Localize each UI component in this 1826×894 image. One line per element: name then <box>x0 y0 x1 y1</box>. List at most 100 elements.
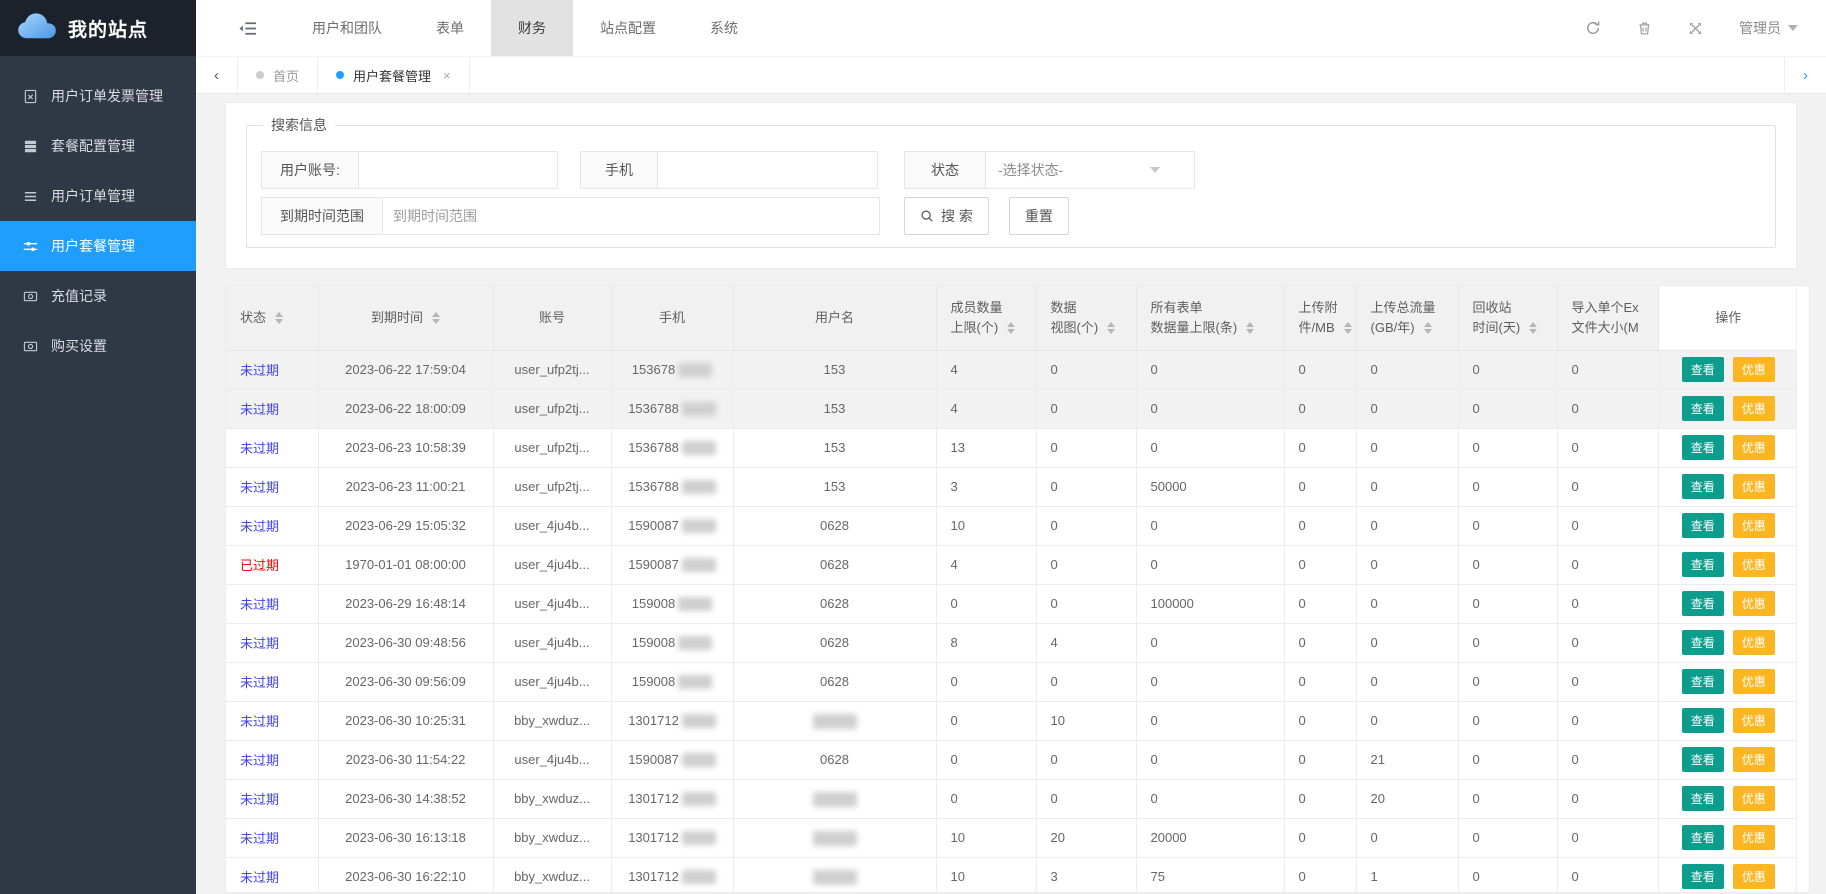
view-button[interactable]: 查看 <box>1682 786 1724 811</box>
refresh-icon[interactable] <box>1585 20 1601 36</box>
reset-button[interactable]: 重置 <box>1009 197 1069 235</box>
phone-cell: 1301712 <box>611 779 733 818</box>
view-button[interactable]: 查看 <box>1682 435 1724 460</box>
view-button[interactable]: 查看 <box>1682 864 1724 889</box>
column-header-1[interactable]: 到期时间 <box>318 286 493 350</box>
view-button[interactable]: 查看 <box>1682 591 1724 616</box>
tab-label: 首页 <box>273 66 299 85</box>
metric-cell-4: 0 <box>1356 701 1458 740</box>
sort-icon[interactable] <box>432 312 440 324</box>
sidebar-item-4[interactable]: 充值记录 <box>0 271 196 321</box>
promo-button[interactable]: 优惠 <box>1733 747 1775 772</box>
sidebar-item-1[interactable]: 套餐配置管理 <box>0 121 196 171</box>
sidebar-item-2[interactable]: 用户订单管理 <box>0 171 196 221</box>
tabs-scroll-left-icon[interactable]: ‹ <box>196 57 238 93</box>
view-button[interactable]: 查看 <box>1682 669 1724 694</box>
metric-cell-3: 0 <box>1284 428 1356 467</box>
sort-icon[interactable] <box>1246 322 1254 334</box>
promo-button[interactable]: 优惠 <box>1733 357 1775 382</box>
column-title: 手机 <box>659 308 685 328</box>
view-button[interactable]: 查看 <box>1682 708 1724 733</box>
view-button[interactable]: 查看 <box>1682 825 1724 850</box>
view-button[interactable]: 查看 <box>1682 396 1724 421</box>
column-header-6[interactable]: 数据视图(个) <box>1036 286 1136 350</box>
column-header-9[interactable]: 上传总流量(GB/年) <box>1356 286 1458 350</box>
expire-time-cell: 2023-06-30 10:25:31 <box>318 701 493 740</box>
account-input[interactable] <box>359 152 545 188</box>
column-header-0[interactable]: 状态 <box>226 286 318 350</box>
sort-icon[interactable] <box>275 312 283 324</box>
column-header-5[interactable]: 成员数量上限(个) <box>936 286 1036 350</box>
search-button[interactable]: 搜 索 <box>904 197 989 235</box>
redacted-phone <box>678 636 712 650</box>
view-button[interactable]: 查看 <box>1682 747 1724 772</box>
metric-cell-1: 0 <box>1036 506 1136 545</box>
promo-button[interactable]: 优惠 <box>1733 591 1775 616</box>
view-button[interactable]: 查看 <box>1682 630 1724 655</box>
view-button[interactable]: 查看 <box>1682 357 1724 382</box>
redacted-username <box>813 792 857 807</box>
sort-icon[interactable] <box>1107 322 1115 334</box>
column-header-8[interactable]: 上传附件/MB <box>1284 286 1356 350</box>
promo-button[interactable]: 优惠 <box>1733 864 1775 889</box>
status-select[interactable]: -选择状态- <box>986 152 1172 188</box>
promo-button[interactable]: 优惠 <box>1733 435 1775 460</box>
promo-button[interactable]: 优惠 <box>1733 708 1775 733</box>
promo-button[interactable]: 优惠 <box>1733 474 1775 499</box>
metric-cell-4: 0 <box>1356 428 1458 467</box>
column-header-10[interactable]: 回收站时间(天) <box>1458 286 1557 350</box>
tabs-scroll-right-icon[interactable]: › <box>1784 57 1826 93</box>
sort-icon[interactable] <box>1529 322 1537 334</box>
view-button[interactable]: 查看 <box>1682 513 1724 538</box>
admin-dropdown[interactable]: 管理员 <box>1739 18 1798 38</box>
promo-button[interactable]: 优惠 <box>1733 630 1775 655</box>
trash-icon[interactable] <box>1637 21 1652 36</box>
view-button[interactable]: 查看 <box>1682 552 1724 577</box>
redacted-phone <box>682 831 716 845</box>
redacted-phone <box>682 714 716 728</box>
sidebar-item-5[interactable]: 购买设置 <box>0 321 196 371</box>
metric-cell-1: 3 <box>1036 857 1136 893</box>
status-badge: 未过期 <box>240 363 279 378</box>
sort-icon[interactable] <box>1424 322 1432 334</box>
redacted-phone <box>682 441 716 455</box>
expire-time-cell: 1970-01-01 08:00:00 <box>318 545 493 584</box>
promo-button[interactable]: 优惠 <box>1733 825 1775 850</box>
fullscreen-icon[interactable] <box>1688 21 1703 36</box>
promo-button[interactable]: 优惠 <box>1733 513 1775 538</box>
metric-cell-0: 4 <box>936 350 1036 389</box>
promo-button[interactable]: 优惠 <box>1733 786 1775 811</box>
sidebar-item-label: 充值记录 <box>51 286 107 306</box>
column-header-2: 账号 <box>493 286 611 350</box>
tab-1[interactable]: 用户套餐管理× <box>318 57 470 93</box>
table-scrollbar[interactable] <box>1796 286 1809 892</box>
promo-button[interactable]: 优惠 <box>1733 396 1775 421</box>
column-header-12: 操作 <box>1658 286 1798 350</box>
redacted-phone <box>682 870 716 884</box>
sort-icon[interactable] <box>1344 322 1352 334</box>
sort-icon[interactable] <box>1007 322 1015 334</box>
sidebar-item-0[interactable]: 用户订单发票管理 <box>0 71 196 121</box>
actions-cell: 查看优惠 <box>1658 350 1798 389</box>
collapse-menu-icon[interactable] <box>238 21 257 36</box>
promo-button[interactable]: 优惠 <box>1733 552 1775 577</box>
phone-cell: 1536788 <box>611 428 733 467</box>
daterange-input[interactable] <box>383 198 843 234</box>
column-header-7[interactable]: 所有表单数据量上限(条) <box>1136 286 1284 350</box>
tab-close-icon[interactable]: × <box>443 68 451 83</box>
top-menu-item-0[interactable]: 用户和团队 <box>285 0 409 56</box>
top-menu-item-3[interactable]: 站点配置 <box>573 0 683 56</box>
top-menu-item-1[interactable]: 表单 <box>409 0 491 56</box>
metric-cell-0: 13 <box>936 428 1036 467</box>
view-button[interactable]: 查看 <box>1682 474 1724 499</box>
promo-button[interactable]: 优惠 <box>1733 669 1775 694</box>
top-menu-item-2[interactable]: 财务 <box>491 0 573 56</box>
expire-time-cell: 2023-06-30 09:56:09 <box>318 662 493 701</box>
sidebar-item-3[interactable]: 用户套餐管理 <box>0 221 196 271</box>
phone-input[interactable] <box>658 152 848 188</box>
top-menu-item-4[interactable]: 系统 <box>683 0 765 56</box>
tab-0[interactable]: 首页 <box>238 57 318 93</box>
status-badge: 未过期 <box>240 753 279 768</box>
username-cell: 0628 <box>733 623 936 662</box>
username-cell: 0628 <box>733 506 936 545</box>
